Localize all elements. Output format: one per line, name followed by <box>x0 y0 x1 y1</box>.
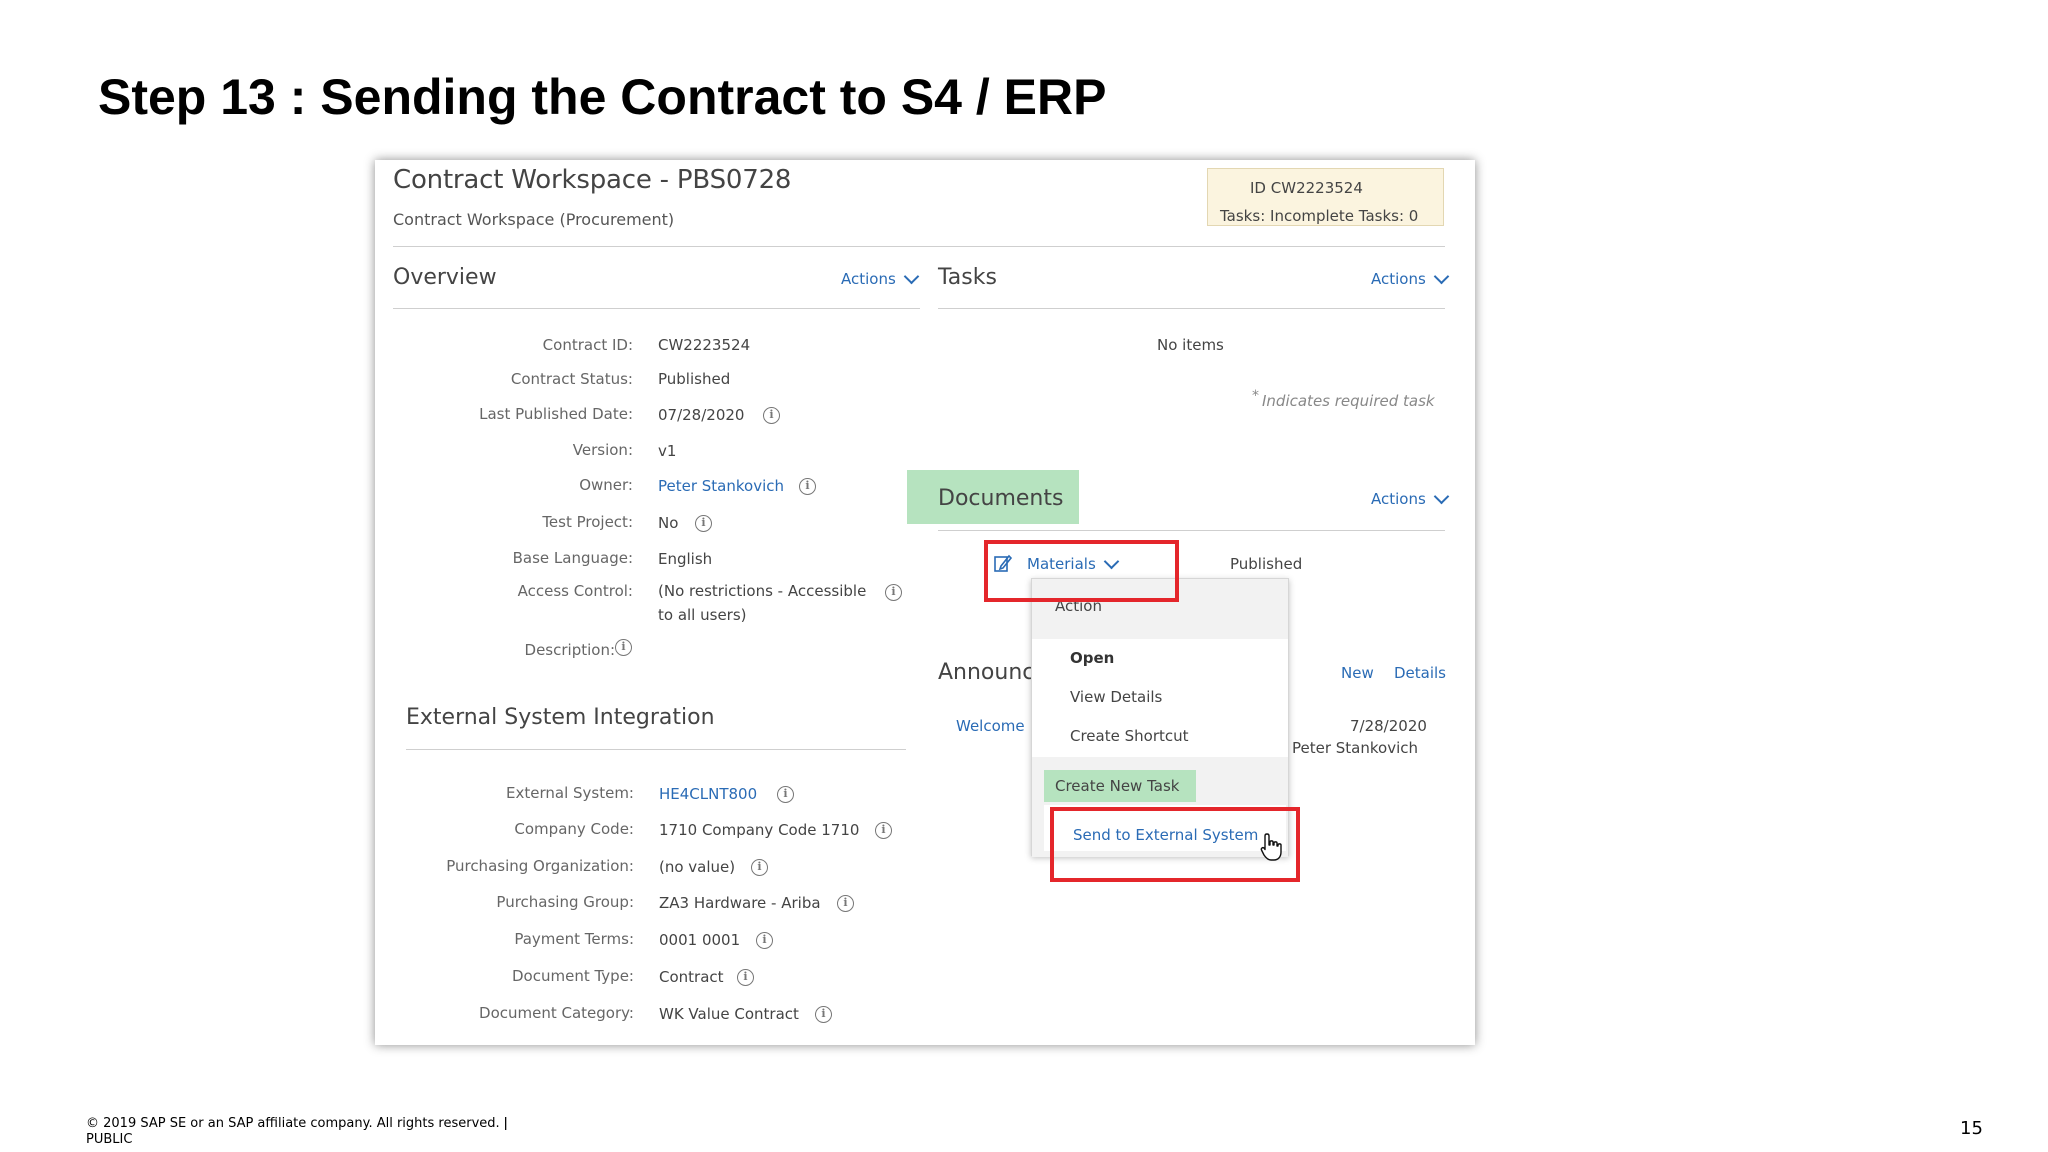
info-icon[interactable]: i <box>875 822 892 839</box>
footer-copyright: © 2019 SAP SE or an SAP affiliate compan… <box>86 1116 508 1148</box>
info-icon[interactable]: i <box>751 859 768 876</box>
tasks-actions-menu[interactable]: Actions <box>1371 268 1450 288</box>
external-system-label: External System: <box>506 784 634 802</box>
test-project-label: Test Project: <box>542 513 633 531</box>
access-control-value: (No restrictions - Accessible <box>658 582 867 600</box>
info-icon[interactable]: i <box>799 478 816 495</box>
info-icon[interactable]: i <box>885 584 902 601</box>
chevron-down-icon <box>1433 268 1450 284</box>
overview-actions-label: Actions <box>841 270 896 288</box>
contract-status-label: Contract Status: <box>510 370 633 388</box>
contract-status-value: Published <box>658 370 731 388</box>
materials-callout-box <box>984 540 1179 602</box>
last-published-value: 07/28/2020 <box>658 406 745 424</box>
chevron-down-icon <box>1433 488 1450 504</box>
base-language-label: Base Language: <box>512 549 633 567</box>
documents-actions-label: Actions <box>1371 490 1426 508</box>
document-type-label: Document Type: <box>512 967 634 985</box>
tasks-label: Tasks: <box>1220 207 1266 225</box>
test-project-value: No <box>658 514 679 532</box>
menu-item-view-details[interactable]: View Details <box>1070 688 1162 706</box>
document-category-label: Document Category: <box>479 1004 634 1022</box>
company-code-label: Company Code: <box>514 820 634 838</box>
chevron-down-icon <box>903 268 920 284</box>
page-number: 15 <box>1960 1118 1983 1139</box>
info-icon[interactable]: i <box>763 407 780 424</box>
info-icon[interactable]: i <box>815 1006 832 1023</box>
info-icon[interactable]: i <box>756 932 773 949</box>
external-divider <box>406 749 906 750</box>
payment-terms-value: 0001 0001 <box>659 931 741 949</box>
materials-status: Published <box>1230 555 1303 573</box>
documents-actions-menu[interactable]: Actions <box>1371 488 1450 508</box>
company-code-value: 1710 Company Code 1710 <box>659 821 860 839</box>
menu-item-create-shortcut[interactable]: Create Shortcut <box>1070 727 1189 745</box>
workspace-title: Contract Workspace - PBS0728 <box>393 165 792 195</box>
version-value: v1 <box>658 442 677 460</box>
documents-divider <box>938 530 1445 531</box>
description-label: Description: <box>524 641 615 659</box>
tasks-divider <box>938 308 1445 309</box>
workspace-id-box: ID CW2223524 Tasks: Incomplete Tasks: 0 <box>1207 168 1444 226</box>
footer-line-1: © 2019 SAP SE or an SAP affiliate compan… <box>86 1116 508 1131</box>
announcement-new-label: New <box>1341 664 1374 682</box>
purchasing-org-value: (no value) <box>659 858 736 876</box>
required-task-note: Indicates required task <box>1262 392 1435 410</box>
contract-id-value: CW2223524 <box>658 336 751 354</box>
external-system-heading: External System Integration <box>406 705 715 730</box>
tasks-empty-text: No items <box>1157 336 1224 354</box>
access-control-label: Access Control: <box>517 582 633 600</box>
slide-title: Step 13 : Sending the Contract to S4 / E… <box>98 69 1107 125</box>
info-icon[interactable]: i <box>695 515 712 532</box>
announcement-welcome-link[interactable]: Welcome <box>956 717 1025 735</box>
workspace-subtitle: Contract Workspace (Procurement) <box>393 210 675 229</box>
send-external-callout-box <box>1050 807 1300 882</box>
tasks-value: Incomplete Tasks: 0 <box>1270 207 1419 225</box>
purchasing-group-label: Purchasing Group: <box>496 893 634 911</box>
tasks-actions-label: Actions <box>1371 270 1426 288</box>
announcement-details-label: Details <box>1394 664 1447 682</box>
info-icon[interactable]: i <box>615 639 632 656</box>
documents-heading: Documents <box>938 486 1064 511</box>
contract-workspace-screenshot: Contract Workspace - PBS0728 Contract Wo… <box>375 160 1475 1045</box>
payment-terms-label: Payment Terms: <box>514 930 634 948</box>
announcement-author: Peter Stankovich <box>1292 739 1419 757</box>
id-value: CW2223524 <box>1270 179 1363 197</box>
external-system-link[interactable]: HE4CLNT800 <box>659 785 757 803</box>
overview-divider <box>393 308 920 309</box>
footer-line-2: PUBLIC <box>86 1132 133 1147</box>
access-control-value-line2: to all users) <box>658 606 747 624</box>
version-label: Version: <box>572 441 633 459</box>
owner-label: Owner: <box>579 476 633 494</box>
purchasing-org-label: Purchasing Organization: <box>446 857 634 875</box>
info-icon[interactable]: i <box>777 786 794 803</box>
tasks-heading: Tasks <box>938 265 997 290</box>
purchasing-group-value: ZA3 Hardware - Ariba <box>659 894 821 912</box>
document-category-value: WK Value Contract <box>659 1005 799 1023</box>
contract-id-label: Contract ID: <box>542 336 633 354</box>
header-divider <box>393 246 1445 247</box>
menu-item-open[interactable]: Open <box>1070 649 1114 667</box>
announcement-details-link[interactable]: Details <box>1394 664 1446 682</box>
announcement-welcome-label: Welcome <box>956 717 1025 735</box>
overview-actions-menu[interactable]: Actions <box>841 268 920 288</box>
overview-heading: Overview <box>393 265 497 290</box>
last-published-label: Last Published Date: <box>479 405 633 423</box>
info-icon[interactable]: i <box>837 895 854 912</box>
base-language-value: English <box>658 550 713 568</box>
menu-item-create-new-task[interactable]: Create New Task <box>1055 777 1179 795</box>
id-label: ID <box>1250 179 1266 197</box>
info-icon[interactable]: i <box>737 969 754 986</box>
required-star: * <box>1252 388 1259 404</box>
announcement-new-link[interactable]: New <box>1341 664 1374 682</box>
document-type-value: Contract <box>659 968 724 986</box>
announcement-date: 7/28/2020 <box>1350 717 1427 735</box>
owner-link[interactable]: Peter Stankovich <box>658 477 784 495</box>
